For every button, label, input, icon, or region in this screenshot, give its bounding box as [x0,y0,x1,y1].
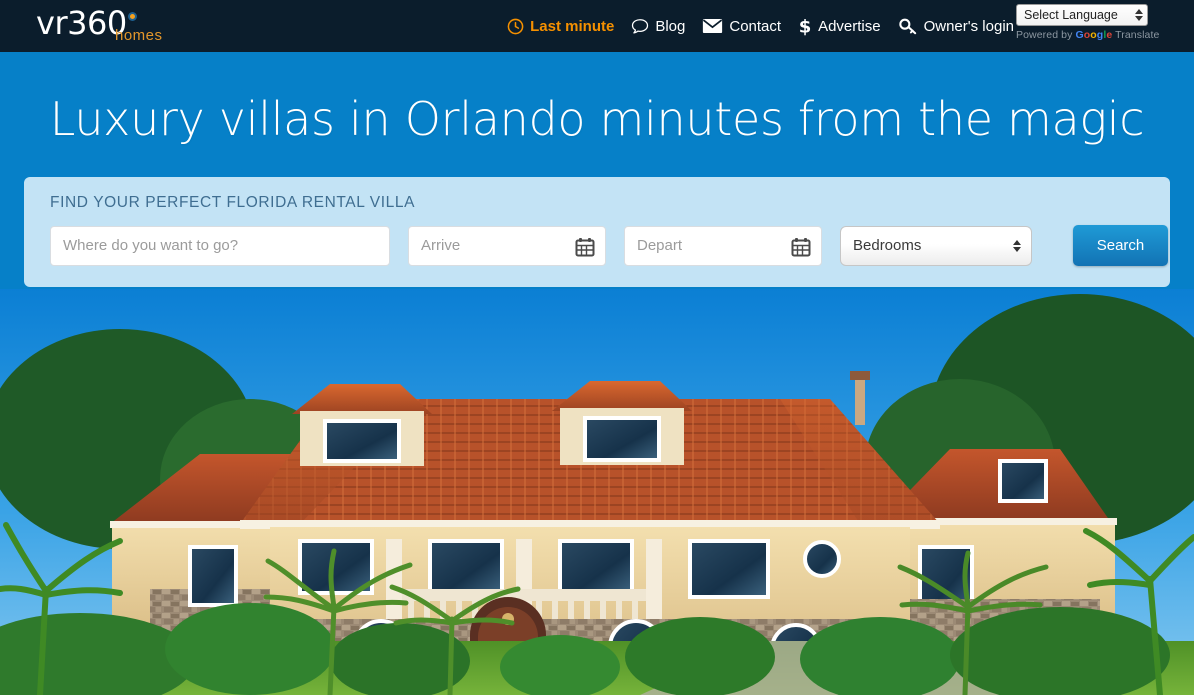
page-title: Luxury villas in Orlando minutes from th… [49,92,1145,146]
hero-villa-photo [0,289,1194,695]
bedrooms-select-value: Bedrooms [853,237,922,254]
search-button[interactable]: Search [1073,225,1168,266]
destination-field[interactable] [50,225,390,266]
top-header-bar: vr360 homes Last minute Blog Contact $ A… [0,0,1194,52]
powered-prefix: Powered by [1016,29,1073,41]
google-translate-widget: Select Language Powered by Google Transl… [1016,4,1186,41]
logo-dot-icon [127,12,137,21]
logo-text: vr360 [36,4,127,42]
nav-label: Owner's login [923,17,1014,35]
hero-section: Luxury villas in Orlando minutes from th… [0,52,1194,695]
nav-label: Contact [729,17,782,35]
nav-item-advertise[interactable]: $ Advertise [798,17,881,36]
nav-label: Blog [655,17,686,35]
search-fields: Bedrooms Search [50,225,1168,266]
arrive-input[interactable] [421,226,593,265]
destination-input[interactable] [63,226,377,265]
language-select[interactable]: Select Language [1016,4,1148,26]
primary-nav: Last minute Blog Contact $ Advertise Own… [507,0,1014,52]
logo-subtext: homes [115,27,163,44]
arrive-field[interactable] [408,225,606,266]
dollar-icon: $ [798,17,812,36]
chevron-updown-icon [1013,239,1021,252]
powered-suffix: Translate [1115,29,1160,41]
google-letter: e [1106,29,1113,41]
language-select-value: Select Language [1024,8,1118,22]
key-icon [898,17,918,35]
nav-item-last-minute[interactable]: Last minute [507,18,614,35]
calendar-icon[interactable] [575,237,595,257]
nav-label: Last minute [530,17,615,35]
depart-input[interactable] [637,226,809,265]
search-panel: FIND YOUR PERFECT FLORIDA RENTAL VILLA W… [24,177,1170,287]
nav-item-blog[interactable]: Blog [631,18,685,35]
nav-item-owners-login[interactable]: Owner's login [898,17,1014,35]
clock-icon [507,18,524,35]
bedrooms-select[interactable]: Bedrooms [840,225,1032,266]
search-panel-title: FIND YOUR PERFECT FLORIDA RENTAL VILLA [50,194,416,211]
powered-by-google-translate: Powered by Google Translate [1016,29,1186,41]
page-root: vr360 homes Last minute Blog Contact $ A… [0,0,1194,695]
calendar-icon[interactable] [791,237,811,257]
chevron-updown-icon [1135,9,1143,21]
depart-field[interactable] [624,225,822,266]
svg-text:$: $ [799,17,812,36]
envelope-icon [702,18,723,34]
nav-label: Advertise [818,17,881,35]
nav-item-contact[interactable]: Contact [702,18,781,35]
site-logo[interactable]: vr360 homes [36,4,162,46]
speech-bubble-icon [631,18,649,35]
google-letter: G [1075,29,1084,41]
